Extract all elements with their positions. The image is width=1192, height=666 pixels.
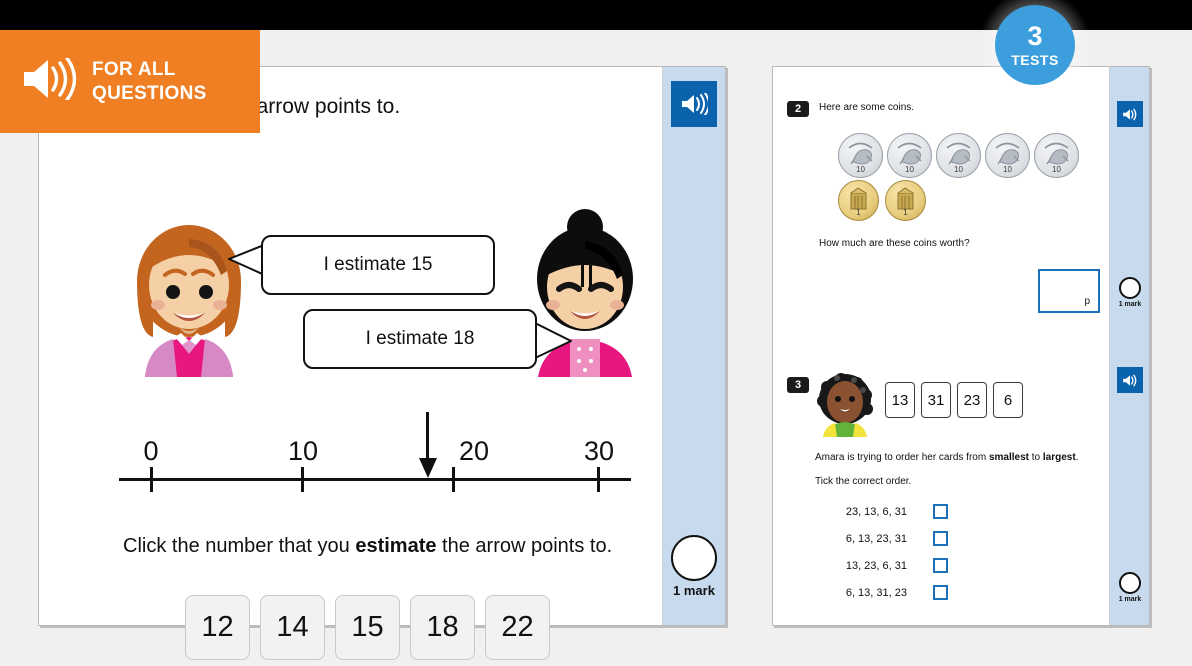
number-line-label-0: 0 [143,436,159,466]
answer-options-row: 12 14 15 18 22 [185,595,550,660]
speaker-icon [1123,374,1137,386]
number-line-tick-30 [597,467,600,492]
q3-number-cards-row: 13 31 23 6 [885,382,1023,418]
q3-tickbox-4[interactable] [933,585,948,600]
instruction-prefix: Click the number that you [123,535,356,557]
instruction-suffix: the arrow points to. [436,535,613,557]
q3-sentence-bold-smallest: smallest [988,452,1029,463]
speech-tail-right [531,319,572,360]
coin-value-label: 10 [905,165,914,174]
question-number-2: 2 [787,101,809,117]
q3-tickbox-1[interactable] [933,504,948,519]
mark-circle-icon[interactable] [1119,572,1141,594]
mark-label: 1 mark [673,583,715,598]
speaker-icon [1123,108,1137,120]
banner-label-line1: FOR ALL [92,58,176,80]
coin-value-label: 1 [856,208,861,217]
q3-sentence-bold-largest: largest [1042,452,1076,463]
number-line-label-10: 10 [287,436,319,466]
number-line-axis [119,478,631,481]
number-line-arrow-marker [419,412,437,478]
q3-choice-row-2: 6, 13, 23, 31 [813,531,948,546]
banner-label-line2: QUESTIONS [92,82,207,104]
mark-indicator-q2: 1 mark [1115,277,1145,308]
question-panel-left: which number the arrow points to. [38,66,726,660]
coin-one-penny-1: 1 [838,180,879,221]
answer-option-12[interactable]: 12 [185,595,250,660]
coin-ten-pence-5: 10 [1034,133,1079,178]
number-card-13[interactable]: 13 [885,382,915,418]
mark-indicator-q3: 1 mark [1115,572,1145,603]
q2-prompt: Here are some coins. [819,102,915,113]
speech-bubble-estimate-15: I estimate 15 [261,235,495,295]
coin-value-label: 10 [954,165,963,174]
left-panel-side-rail: 1 mark [662,67,725,625]
mark-circle-icon[interactable] [671,535,717,581]
mark-circle-icon[interactable] [1119,277,1141,299]
coin-value-label: 10 [1052,165,1061,174]
number-card-23[interactable]: 23 [957,382,987,418]
number-line-label-20: 20 [458,436,490,466]
left-panel-content: which number the arrow points to. [39,67,664,660]
number-card-6[interactable]: 6 [993,382,1023,418]
q3-sentence: Amara is trying to order her cards from … [815,452,1078,463]
q3-sentence-prefix: Amara is trying to order her cards from [815,452,989,463]
answer-option-15[interactable]: 15 [335,595,400,660]
speaker-icon [22,56,78,105]
coin-one-penny-2: 1 [885,180,926,221]
coin-ten-pence-1: 10 [838,133,883,178]
answer-option-18[interactable]: 18 [410,595,475,660]
q3-tickbox-2[interactable] [933,531,948,546]
q3-choice-label-4: 6, 13, 31, 23 [845,586,907,599]
badge-label: TESTS [1011,51,1059,68]
coin-value-label: 10 [1003,165,1012,174]
answer-option-14[interactable]: 14 [260,595,325,660]
right-panel-side-rail: 1 mark 1 mark [1109,67,1149,625]
q3-choice-label-3: 13, 23, 6, 31 [845,559,907,572]
q3-choice-label-1: 23, 13, 6, 31 [845,505,907,518]
question-panel-right: 2 Here are some coins. 10 10 10 10 10 1 … [772,66,1150,626]
answer-option-22[interactable]: 22 [485,595,550,660]
coin-ten-pence-4: 10 [985,133,1030,178]
q3-choice-row-3: 13, 23, 6, 31 [813,558,948,573]
amara-avatar [817,373,873,437]
coin-value-label: 10 [856,165,865,174]
banner-label: FOR ALL QUESTIONS [92,58,207,106]
tests-badge[interactable]: 3 TESTS [995,5,1075,85]
badge-number: 3 [1027,20,1043,51]
number-card-31[interactable]: 31 [921,382,951,418]
right-panel-content: 2 Here are some coins. 10 10 10 10 10 1 … [773,67,1111,625]
q3-tickbox-3[interactable] [933,558,948,573]
q3-sentence-suffix: . [1075,452,1079,463]
q3-instruction: Tick the correct order. [815,476,912,487]
audio-play-button-q1[interactable] [671,81,717,127]
mark-label: 1 mark [1118,301,1142,308]
q2-question-text: How much are these coins worth? [819,238,970,249]
q2-answer-unit: p [1084,296,1090,307]
audio-play-button-q2[interactable] [1117,101,1143,127]
for-all-questions-banner[interactable]: FOR ALL QUESTIONS [0,30,260,133]
speech-bubble-estimate-18: I estimate 18 [303,309,537,369]
q2-answer-input-box[interactable]: p [1038,269,1100,313]
number-line-tick-10 [301,467,304,492]
audio-play-button-q3[interactable] [1117,367,1143,393]
coin-value-label: 1 [903,208,908,217]
coin-ten-pence-3: 10 [936,133,981,178]
number-line-tick-20 [452,467,455,492]
number-line-tick-0 [150,467,153,492]
speaker-icon [682,93,708,115]
q3-choice-row-1: 23, 13, 6, 31 [813,504,948,519]
click-instruction: Click the number that you estimate the a… [123,535,612,558]
mark-indicator-q1: 1 mark [665,535,723,598]
coin-ten-pence-2: 10 [887,133,932,178]
q3-sentence-mid: to [1028,452,1043,463]
mark-label: 1 mark [1118,596,1142,603]
tests-badge-wrapper: 3 TESTS [977,0,1093,103]
q3-choice-label-2: 6, 13, 23, 31 [845,532,907,545]
number-line: 0 10 20 30 [119,412,639,497]
q3-choice-row-4: 6, 13, 31, 23 [813,585,948,600]
question-number-3: 3 [787,377,809,393]
instruction-bold: estimate [355,535,437,557]
number-line-label-30: 30 [583,436,615,466]
